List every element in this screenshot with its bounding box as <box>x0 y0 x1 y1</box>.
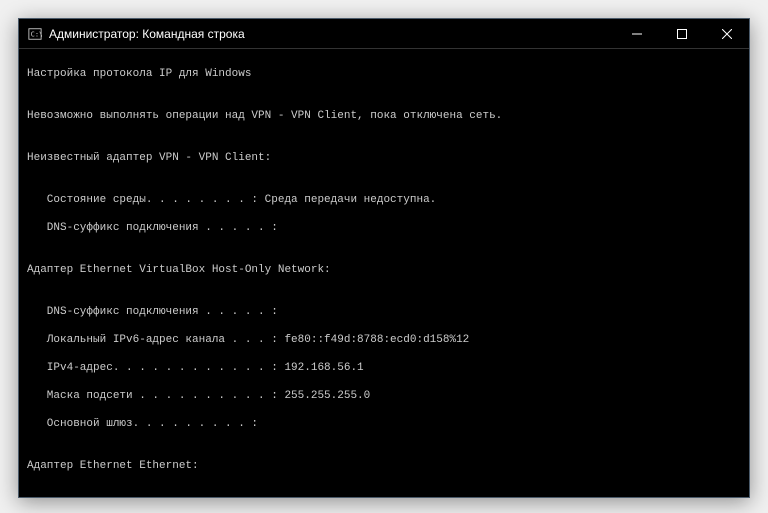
window-title: Администратор: Командная строка <box>49 27 614 41</box>
titlebar[interactable]: C:\ Администратор: Командная строка <box>19 19 749 49</box>
terminal-output[interactable]: Настройка протокола IP для Windows Невоз… <box>19 49 749 497</box>
minimize-button[interactable] <box>614 19 659 48</box>
output-line: DNS-суффикс подключения . . . . . : <box>27 221 741 235</box>
output-line: Невозможно выполнять операции над VPN - … <box>27 109 741 123</box>
window-controls <box>614 19 749 48</box>
output-line: Локальный IPv6-адрес канала . . . : fe80… <box>27 333 741 347</box>
output-line: Неизвестный адаптер VPN - VPN Client: <box>27 151 741 165</box>
output-line: Адаптер Ethernet VirtualBox Host-Only Ne… <box>27 263 741 277</box>
output-line: Адаптер Ethernet Ethernet: <box>27 459 741 473</box>
output-line: IPv4-адрес. . . . . . . . . . . . : 192.… <box>27 361 741 375</box>
output-line: Основной шлюз. . . . . . . . . : <box>27 417 741 431</box>
maximize-button[interactable] <box>659 19 704 48</box>
output-line: Маска подсети . . . . . . . . . . : 255.… <box>27 389 741 403</box>
output-line: DNS-суффикс подключения . . . . . : <box>27 305 741 319</box>
output-line: Состояние среды. . . . . . . . : Среда п… <box>27 193 741 207</box>
output-line: Настройка протокола IP для Windows <box>27 67 741 81</box>
cmd-icon: C:\ <box>27 26 43 42</box>
close-button[interactable] <box>704 19 749 48</box>
svg-text:C:\: C:\ <box>31 30 42 38</box>
command-prompt-window: C:\ Администратор: Командная строка Наст… <box>18 18 750 498</box>
